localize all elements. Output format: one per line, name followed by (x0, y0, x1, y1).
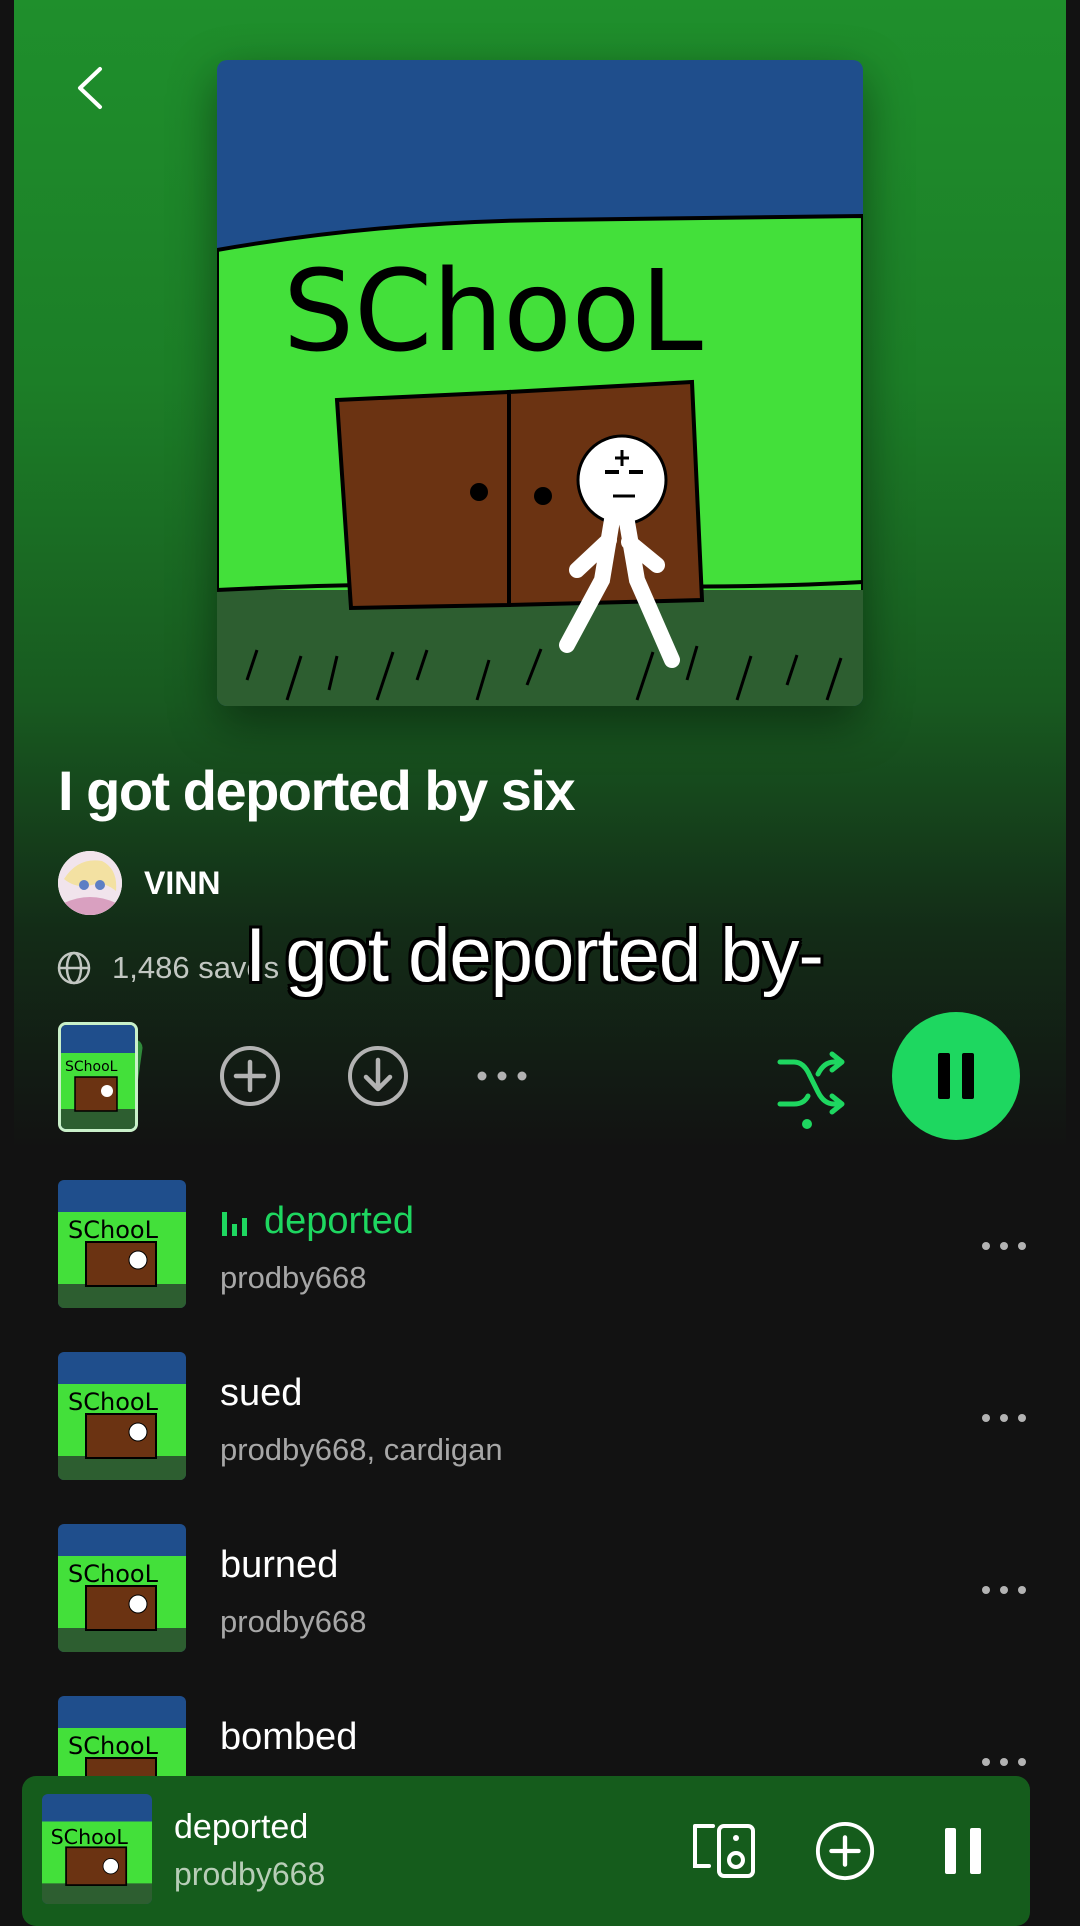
track-row[interactable]: SChooL burned prodby668 (14, 1524, 1066, 1654)
track-row[interactable]: SChooL deported prodby668 (14, 1180, 1066, 1310)
more-icon (982, 1586, 1026, 1594)
add-icon (220, 1046, 280, 1106)
shuffle-button[interactable] (774, 1046, 848, 1130)
pause-button[interactable] (892, 1012, 1020, 1140)
album-screen: SChooL I got deported by six VINN 1,486 … (14, 0, 1066, 1920)
more-options-button[interactable] (470, 1054, 534, 1098)
pause-icon (945, 1828, 981, 1874)
svg-text:SChooL: SChooL (65, 1059, 118, 1075)
now-playing-cover: SChooL (42, 1794, 152, 1904)
track-more-button[interactable] (974, 1398, 1034, 1438)
back-icon (78, 67, 102, 109)
now-playing-title: deported (174, 1808, 309, 1846)
album-cover: SChooL (217, 60, 863, 706)
track-title: bombed (220, 1716, 358, 1758)
connect-device-button[interactable] (690, 1816, 760, 1886)
action-bar: SChooL (14, 1010, 1066, 1140)
track-title: sued (220, 1372, 303, 1414)
track-title: deported (220, 1200, 414, 1243)
pause-icon (938, 1053, 974, 1099)
more-icon (982, 1414, 1026, 1422)
track-cover: SChooL (58, 1524, 186, 1652)
preview-cover-button[interactable]: SChooL (58, 1022, 138, 1132)
back-button[interactable] (58, 56, 122, 120)
connect-device-icon (693, 1824, 755, 1878)
avatar (58, 851, 122, 915)
track-artist: prodby668, cardigan (220, 1432, 503, 1467)
svg-text:SChooL: SChooL (68, 1216, 159, 1244)
artist-row[interactable]: VINN (58, 850, 220, 916)
equalizer-icon (222, 1211, 247, 1236)
download-icon (348, 1046, 408, 1106)
shuffle-icon (777, 1051, 845, 1129)
track-row[interactable]: SChooL sued prodby668, cardigan (14, 1352, 1066, 1482)
add-button[interactable] (218, 1044, 282, 1108)
svg-text:SChooL: SChooL (51, 1825, 129, 1849)
track-artist: prodby668 (220, 1604, 367, 1639)
svg-text:SChooL: SChooL (283, 247, 703, 377)
svg-text:SChooL: SChooL (68, 1732, 159, 1760)
now-playing-artist: prodby668 (174, 1856, 326, 1892)
more-icon (982, 1758, 1026, 1766)
more-icon (982, 1242, 1026, 1250)
track-title: burned (220, 1544, 339, 1586)
add-to-library-button[interactable] (810, 1816, 880, 1886)
mini-pause-button[interactable] (928, 1816, 998, 1886)
track-cover: SChooL (58, 1352, 186, 1480)
svg-text:SChooL: SChooL (68, 1388, 159, 1416)
more-icon (477, 1071, 527, 1081)
artist-name: VINN (144, 864, 221, 901)
track-cover: SChooL (58, 1180, 186, 1308)
download-button[interactable] (346, 1044, 410, 1108)
add-icon (815, 1821, 875, 1881)
track-more-button[interactable] (974, 1570, 1034, 1610)
track-artist: prodby668 (220, 1260, 367, 1295)
svg-text:SChooL: SChooL (68, 1560, 159, 1588)
video-caption: I got deported by- (245, 913, 824, 998)
album-title: I got deported by six (58, 759, 576, 822)
now-playing-bar[interactable]: SChooL deported prodby668 (22, 1776, 1030, 1926)
track-more-button[interactable] (974, 1226, 1034, 1266)
